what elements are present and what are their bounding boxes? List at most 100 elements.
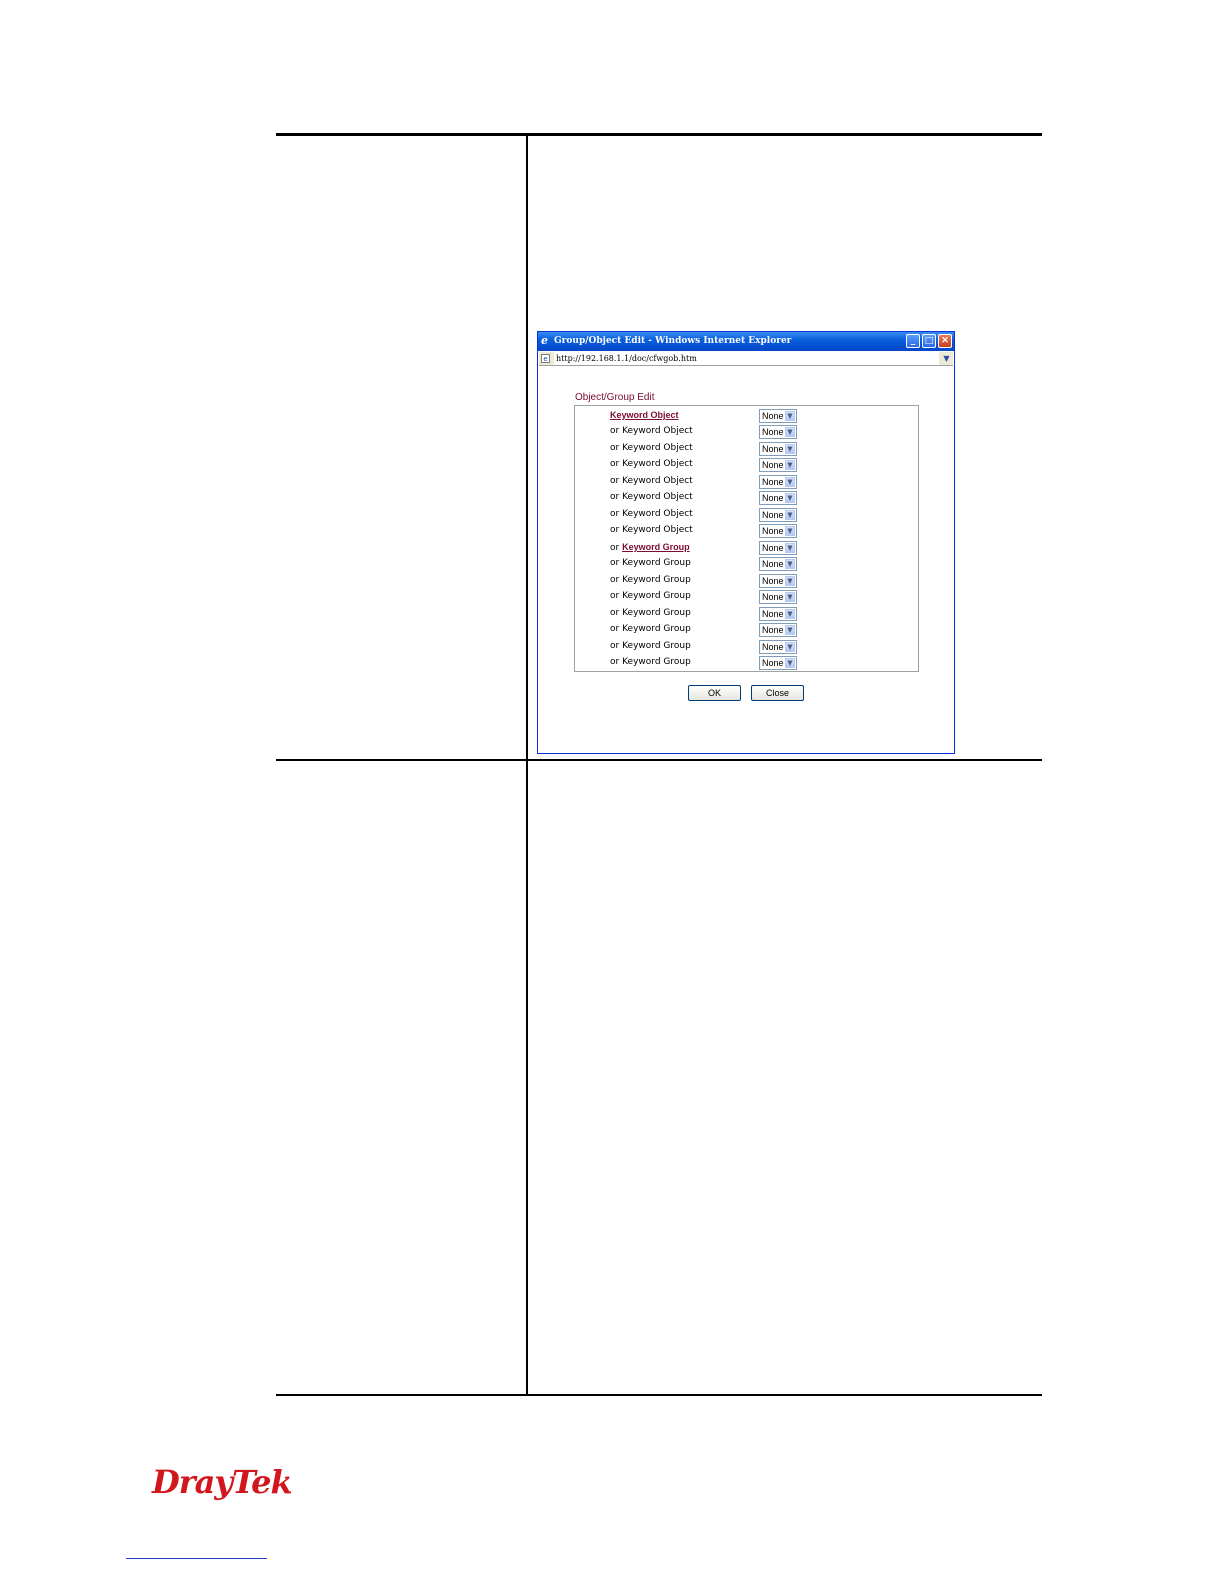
- row-text: Keyword Object: [622, 492, 693, 503]
- row-prefix: or: [610, 508, 620, 519]
- dropdown-arrow-icon[interactable]: ▼: [785, 608, 795, 619]
- row-select[interactable]: None ▼: [759, 573, 797, 588]
- dropdown-arrow-icon[interactable]: ▼: [785, 493, 795, 504]
- row-select[interactable]: None ▼: [759, 540, 797, 555]
- select-value: None: [762, 427, 784, 438]
- row-label: or Keyword Object: [610, 457, 693, 472]
- row-select[interactable]: None ▼: [759, 458, 797, 473]
- row-text: Keyword Group: [622, 574, 691, 585]
- select-value: None: [762, 443, 784, 454]
- select-value: None: [762, 592, 784, 603]
- draytek-logo: DrayTek: [152, 1463, 293, 1501]
- row-text: Keyword Group: [622, 657, 691, 668]
- select-value: None: [762, 526, 784, 537]
- row-select[interactable]: None ▼: [759, 656, 797, 671]
- row-label: or Keyword Object: [610, 490, 693, 505]
- row-link[interactable]: Keyword Group: [622, 542, 690, 552]
- row-select[interactable]: None ▼: [759, 557, 797, 572]
- row-text: Keyword Group: [622, 558, 691, 569]
- row-label: or Keyword Object: [610, 424, 693, 439]
- select-value: None: [762, 641, 784, 652]
- table-row-divider: [276, 759, 1042, 761]
- row-label: or Keyword Group: [610, 606, 691, 621]
- row-text: Keyword Group: [622, 624, 691, 635]
- row-prefix: or: [610, 525, 620, 536]
- row-select[interactable]: None ▼: [759, 639, 797, 654]
- maximize-icon[interactable]: □: [922, 334, 936, 348]
- table-bottom-rule: [276, 1394, 1042, 1396]
- dropdown-arrow-icon[interactable]: ▼: [785, 542, 795, 553]
- row-prefix: or: [610, 459, 620, 470]
- row-prefix: or: [610, 542, 620, 553]
- row-label: or Keyword Object: [610, 441, 693, 456]
- dropdown-arrow-icon[interactable]: ▼: [785, 509, 795, 520]
- ok-button[interactable]: OK: [688, 685, 741, 701]
- select-value: None: [762, 559, 784, 570]
- row-select[interactable]: None ▼: [759, 409, 797, 423]
- row-prefix: or: [610, 607, 620, 618]
- row-label: or Keyword Group: [610, 556, 691, 571]
- row-label: or Keyword Object: [610, 474, 693, 489]
- ie-dialog-window: e Group/Object Edit - Windows Internet E…: [537, 331, 955, 754]
- row-select[interactable]: None ▼: [759, 606, 797, 621]
- row-label: or Keyword Group: [610, 639, 691, 654]
- address-bar: e http://192.168.1.1/doc/cfwgob.htm ▼: [539, 352, 953, 366]
- close-icon[interactable]: ✕: [938, 334, 952, 348]
- edit-title: Object/Group Edit: [575, 392, 655, 403]
- dropdown-arrow-icon[interactable]: ▼: [785, 641, 795, 652]
- row-text: Keyword Object: [622, 508, 693, 519]
- row-prefix: or: [610, 492, 620, 503]
- dropdown-arrow-icon[interactable]: ▼: [785, 443, 795, 454]
- dropdown-arrow-icon[interactable]: ▼: [785, 526, 795, 537]
- row-text: Keyword Object: [622, 525, 693, 536]
- table-column-divider: [526, 133, 528, 1395]
- row-prefix: or: [610, 657, 620, 668]
- dropdown-arrow-icon[interactable]: ▼: [785, 411, 795, 421]
- dropdown-arrow-icon[interactable]: ▼: [785, 575, 795, 586]
- dropdown-arrow-icon[interactable]: ▼: [785, 592, 795, 603]
- select-value: None: [762, 625, 784, 636]
- row-link[interactable]: Keyword Object: [610, 410, 679, 420]
- minimize-icon[interactable]: _: [906, 334, 920, 348]
- row-label: or Keyword Group: [610, 573, 691, 588]
- row-select[interactable]: None ▼: [759, 425, 797, 440]
- address-field[interactable]: http://192.168.1.1/doc/cfwgob.htm: [554, 352, 939, 365]
- row-label: or Keyword Group: [610, 540, 690, 555]
- select-value: None: [762, 411, 784, 421]
- row-prefix: or: [610, 574, 620, 585]
- row-label: or Keyword Object: [610, 507, 693, 522]
- row-text: Keyword Object: [622, 442, 693, 453]
- dropdown-arrow-icon[interactable]: ▼: [785, 427, 795, 438]
- row-select[interactable]: None ▼: [759, 474, 797, 489]
- select-value: None: [762, 542, 784, 553]
- row-select[interactable]: None ▼: [759, 623, 797, 638]
- row-prefix: or: [610, 640, 620, 651]
- dropdown-arrow-icon[interactable]: ▼: [785, 625, 795, 636]
- row-select[interactable]: None ▼: [759, 524, 797, 539]
- row-text: Keyword Object: [622, 475, 693, 486]
- row-select[interactable]: None ▼: [759, 590, 797, 605]
- row-label: or Keyword Group: [610, 589, 691, 604]
- address-dropdown-icon[interactable]: ▼: [941, 353, 952, 364]
- row-label: Keyword Object: [610, 408, 679, 423]
- dropdown-arrow-icon[interactable]: ▼: [785, 658, 795, 669]
- row-prefix: or: [610, 624, 620, 635]
- row-prefix: or: [610, 475, 620, 486]
- dropdown-arrow-icon[interactable]: ▼: [785, 559, 795, 570]
- row-select[interactable]: None ▼: [759, 507, 797, 522]
- window-titlebar[interactable]: e Group/Object Edit - Windows Internet E…: [538, 332, 954, 351]
- window-title: Group/Object Edit - Windows Internet Exp…: [554, 336, 792, 346]
- row-select[interactable]: None ▼: [759, 441, 797, 456]
- row-prefix: or: [610, 442, 620, 453]
- close-button[interactable]: Close: [751, 685, 804, 701]
- row-text: Keyword Group: [622, 607, 691, 618]
- dropdown-arrow-icon[interactable]: ▼: [785, 476, 795, 487]
- row-label: or Keyword Group: [610, 655, 691, 670]
- table-top-rule: [276, 133, 1042, 136]
- select-value: None: [762, 493, 784, 504]
- row-select[interactable]: None ▼: [759, 491, 797, 506]
- dropdown-arrow-icon[interactable]: ▼: [785, 460, 795, 471]
- row-text: Keyword Object: [622, 426, 693, 437]
- select-value: None: [762, 476, 784, 487]
- row-text: Keyword Group: [622, 640, 691, 651]
